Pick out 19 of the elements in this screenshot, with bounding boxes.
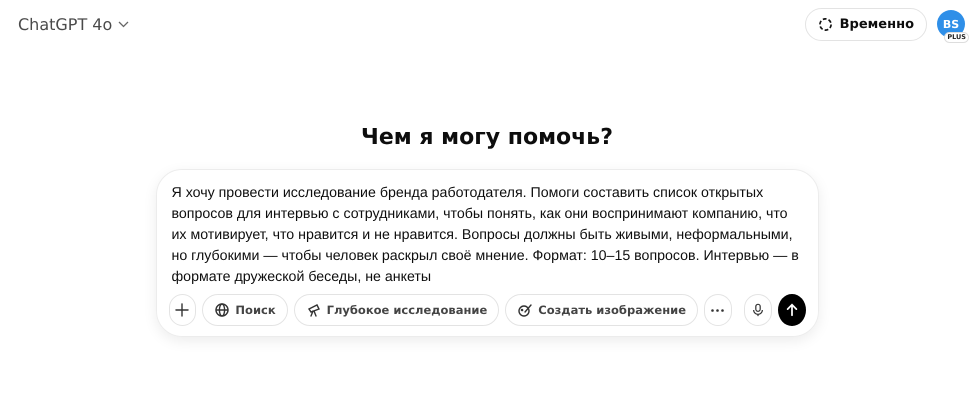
page-heading: Чем я могу помочь? [360,124,614,152]
voice-button[interactable] [744,294,772,326]
more-icon [711,308,724,312]
telescope-icon [306,302,322,318]
dashed-circle-icon [818,16,833,32]
tool-button[interactable]: Глубокое исследование [294,294,500,326]
prompt-input[interactable]: Я хочу провести исследование бренда работодателя. Помоги составить список открытых вопросов для интервью с сотрудниками, чтобы понять, как они воспринимают компанию, что их мотивирует, что нравится и не нравится. Вопросы должны быть живыми, неформальными, но глубокими — чтобы человек раскрыл своё мнение. Формат: 10–15 вопросов. Интервью — в формате дружеской беседы, не анкеты [168,181,806,288]
tool-button[interactable]: Создать изображение [505,294,698,326]
temporary-chat-button[interactable]: Временно [804,8,927,40]
microphone-icon [750,303,765,317]
attach-button[interactable] [168,294,196,326]
arrow-up-icon [784,303,799,317]
brush-icon [517,302,534,318]
model-selector[interactable]: ChatGPT 4o [18,14,130,34]
globe-icon [214,302,230,318]
plus-icon [174,302,190,318]
tool-button[interactable]: Поиск [202,294,288,326]
chevron-icon [118,20,130,28]
send-button[interactable] [778,294,806,326]
